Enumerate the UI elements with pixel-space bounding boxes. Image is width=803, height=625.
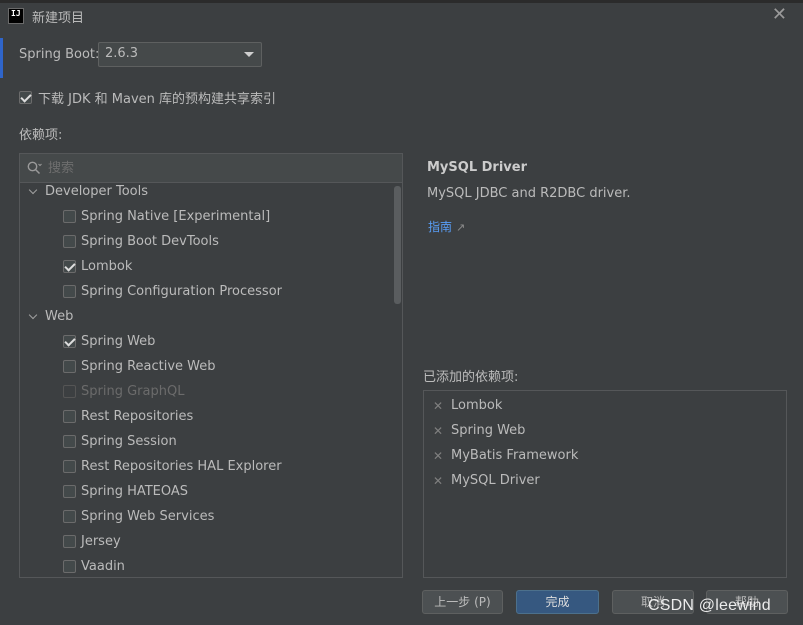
tree-item[interactable]: Spring Configuration Processor: [20, 279, 392, 304]
dependency-checkbox[interactable]: [63, 285, 76, 298]
detail-description: MySQL JDBC and R2DBC driver.: [427, 186, 631, 201]
dependency-label: Spring Web Services: [81, 509, 215, 524]
tree-item[interactable]: Rest Repositories HAL Explorer: [20, 454, 392, 479]
dependency-checkbox[interactable]: [63, 210, 76, 223]
search-icon: [27, 161, 42, 175]
dependency-label: Rest Repositories: [81, 409, 194, 424]
download-index-label: 下载 JDK 和 Maven 库的预构建共享索引: [38, 92, 277, 107]
tree-group-1[interactable]: Web: [20, 304, 392, 329]
tree-item[interactable]: Spring Reactive Web: [20, 354, 392, 379]
dependency-checkbox[interactable]: [63, 360, 76, 373]
dependency-checkbox[interactable]: [63, 510, 76, 523]
dependency-checkbox[interactable]: [63, 435, 76, 448]
title-bar: IJ 新建项目 ✕: [0, 3, 803, 29]
dependency-label: Jersey: [81, 534, 121, 549]
dependency-label: Lombok: [81, 259, 133, 274]
dependency-label: Spring Configuration Processor: [81, 284, 282, 299]
dependency-label: Spring Reactive Web: [81, 359, 216, 374]
remove-icon[interactable]: ✕: [433, 449, 451, 463]
focus-stripe: [0, 38, 3, 78]
chevron-down-icon: [28, 185, 38, 195]
chevron-down-icon: [28, 310, 38, 320]
tree-group-label: Web: [45, 309, 74, 324]
dependency-label: Spring Session: [81, 434, 177, 449]
dependency-tree: Developer Tools Spring Native [Experiment…: [20, 179, 392, 577]
tree-item[interactable]: Vaadin: [20, 554, 392, 577]
dropdown-arrow-icon: [244, 52, 254, 57]
tree-item: Spring GraphQL: [20, 379, 392, 404]
added-dependency-label: Spring Web: [451, 423, 526, 438]
dependency-checkbox[interactable]: [63, 560, 76, 573]
finish-button[interactable]: 完成: [516, 590, 599, 614]
external-link-icon: ↗: [456, 221, 466, 234]
added-dependency-item: ✕ Spring Web: [424, 418, 786, 443]
intellij-app-icon: IJ: [8, 8, 24, 24]
dependency-label: Spring HATEOAS: [81, 484, 189, 499]
spring-boot-label: Spring Boot:: [19, 47, 100, 62]
dependency-label: Rest Repositories HAL Explorer: [81, 459, 282, 474]
previous-button[interactable]: 上一步 (P): [422, 590, 503, 614]
tree-item[interactable]: Jersey: [20, 529, 392, 554]
tree-item[interactable]: Spring Web: [20, 329, 392, 354]
dependency-tree-panel: Developer Tools Spring Native [Experiment…: [19, 153, 403, 578]
guide-link[interactable]: 指南 ↗: [428, 218, 465, 235]
dependency-checkbox[interactable]: [63, 485, 76, 498]
download-index-checkbox[interactable]: [19, 91, 32, 104]
tree-item[interactable]: Rest Repositories: [20, 404, 392, 429]
dependency-checkbox[interactable]: [63, 460, 76, 473]
added-dependency-item: ✕ MyBatis Framework: [424, 443, 786, 468]
tree-item[interactable]: Spring Session: [20, 429, 392, 454]
tree-group-label: Developer Tools: [45, 184, 149, 199]
search-input[interactable]: [48, 158, 388, 178]
guide-link-label: 指南: [428, 220, 453, 234]
remove-icon[interactable]: ✕: [433, 424, 451, 438]
dependency-label: Spring Boot DevTools: [81, 234, 219, 249]
added-dependency-label: Lombok: [451, 398, 503, 413]
spring-boot-version-select[interactable]: 2.6.3: [98, 42, 262, 67]
dependency-label: Vaadin: [81, 559, 125, 574]
dependency-checkbox: [63, 385, 76, 398]
close-icon[interactable]: ✕: [772, 4, 787, 25]
dependency-label: Spring Web: [81, 334, 156, 349]
dependency-checkbox[interactable]: [63, 235, 76, 248]
window-title: 新建项目: [32, 11, 85, 26]
tree-item[interactable]: Spring Boot DevTools: [20, 229, 392, 254]
dependency-checkbox[interactable]: [63, 535, 76, 548]
added-dependency-label: MySQL Driver: [451, 473, 540, 488]
dependency-checkbox[interactable]: [63, 410, 76, 423]
added-dependencies-list: ✕ Lombok ✕ Spring Web ✕ MyBatis Framework ✕ MyS…: [423, 390, 787, 578]
added-dependency-item: ✕ Lombok: [424, 393, 786, 418]
tree-group-0[interactable]: Developer Tools: [20, 179, 392, 204]
tree-item[interactable]: Spring Web Services: [20, 504, 392, 529]
remove-icon[interactable]: ✕: [433, 399, 451, 413]
scrollbar-thumb[interactable]: [394, 186, 401, 304]
detail-title: MySQL Driver: [427, 160, 527, 175]
added-dependency-label: MyBatis Framework: [451, 448, 579, 463]
watermark: CSDN @leewind: [648, 597, 771, 614]
dependency-label: Spring Native [Experimental]: [81, 209, 271, 224]
dependencies-label: 依赖项:: [19, 128, 63, 143]
added-dependencies-label: 已添加的依赖项:: [423, 370, 519, 385]
download-index-row[interactable]: 下载 JDK 和 Maven 库的预构建共享索引: [19, 88, 276, 107]
tree-item[interactable]: Spring Native [Experimental]: [20, 204, 392, 229]
added-dependency-item: ✕ MySQL Driver: [424, 468, 786, 493]
remove-icon[interactable]: ✕: [433, 474, 451, 488]
dependency-checkbox[interactable]: [63, 335, 76, 348]
spring-boot-version-value: 2.6.3: [105, 46, 139, 61]
tree-item[interactable]: Lombok: [20, 254, 392, 279]
dependency-checkbox[interactable]: [63, 260, 76, 273]
tree-item[interactable]: Spring HATEOAS: [20, 479, 392, 504]
dependency-label: Spring GraphQL: [81, 384, 185, 399]
